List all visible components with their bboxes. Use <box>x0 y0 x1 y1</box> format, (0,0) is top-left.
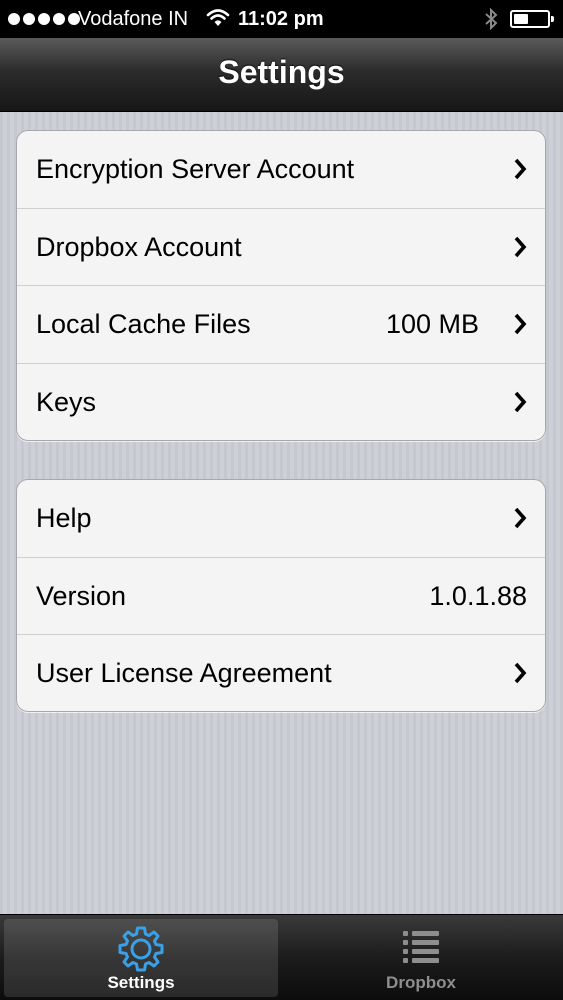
signal-dot <box>8 13 20 25</box>
page-title: Settings <box>218 54 345 90</box>
cell-label: Help <box>36 503 92 533</box>
cell-label: Dropbox Account <box>36 231 242 262</box>
cell-keys[interactable]: Keys <box>17 364 545 441</box>
wifi-icon <box>206 8 230 33</box>
cell-label: Version <box>36 580 127 611</box>
chevron-right-icon <box>514 391 527 412</box>
tab-settings[interactable]: Settings <box>4 919 278 997</box>
settings-group-accounts: Encryption Server Account Dropbox Accoun… <box>16 130 546 441</box>
chevron-right-icon <box>514 236 527 257</box>
settings-group-about: Help Version 1.0.1.88 User License Agree… <box>16 479 546 712</box>
bluetooth-icon <box>484 7 498 35</box>
cell-label: Local Cache Files <box>36 309 251 339</box>
cache-size-value: 100 MB <box>385 309 479 339</box>
signal-dot <box>38 13 50 25</box>
tab-bar: Settings Dropbox <box>0 914 563 1000</box>
tab-dropbox[interactable]: Dropbox <box>284 919 558 997</box>
signal-dot <box>53 13 65 25</box>
cell-encryption-server-account[interactable]: Encryption Server Account <box>17 131 545 209</box>
cell-user-license-agreement[interactable]: User License Agreement <box>17 635 545 711</box>
status-bar: Vodafone IN 11:02 pm <box>0 0 563 38</box>
cell-local-cache-files[interactable]: Local Cache Files 100 MB <box>17 286 545 364</box>
navigation-bar: Settings <box>0 38 563 112</box>
cell-label: Keys <box>36 386 97 417</box>
cell-label: Encryption Server Account <box>36 154 355 184</box>
cell-help[interactable]: Help <box>17 480 545 558</box>
tab-label: Settings <box>107 973 175 992</box>
signal-strength-icon <box>8 13 80 25</box>
tab-label: Dropbox <box>386 973 456 992</box>
cell-label: User License Agreement <box>36 658 332 688</box>
chevron-right-icon <box>514 313 527 335</box>
battery-icon <box>510 10 554 28</box>
carrier-name: Vodafone IN <box>78 8 189 30</box>
chevron-right-icon <box>514 507 527 529</box>
cell-dropbox-account[interactable]: Dropbox Account <box>17 209 545 286</box>
chevron-right-icon <box>514 158 527 180</box>
settings-content: Encryption Server Account Dropbox Accoun… <box>0 112 563 914</box>
cell-version: Version 1.0.1.88 <box>17 558 545 635</box>
list-icon <box>403 931 439 963</box>
signal-dot <box>23 13 35 25</box>
gear-icon <box>118 926 164 972</box>
chevron-right-icon <box>514 662 527 684</box>
version-value: 1.0.1.88 <box>429 580 527 611</box>
status-time: 11:02 pm <box>238 8 324 30</box>
